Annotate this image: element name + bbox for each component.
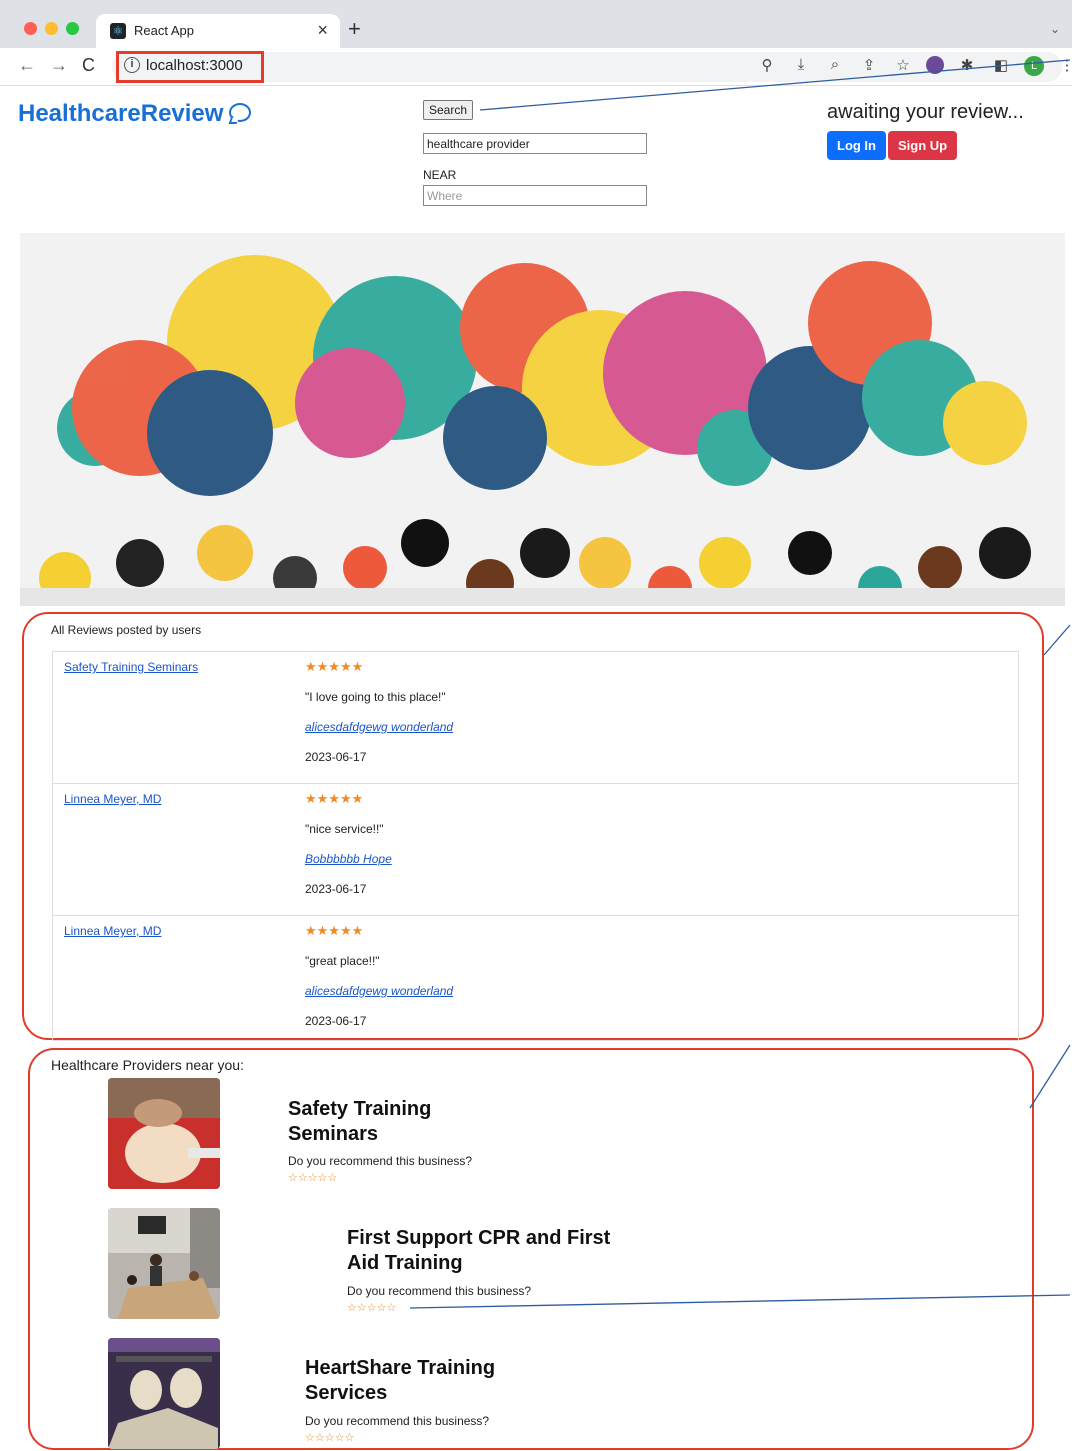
recommend-star-rating[interactable]: ☆☆☆☆☆ (347, 1301, 396, 1314)
url-annotation-box (116, 51, 264, 83)
review-item: Linnea Meyer, MD ★★★★★ "great place!!" a… (53, 916, 1018, 1048)
review-user-link[interactable]: alicesdafdgewg wonderland (305, 720, 453, 734)
recommend-star-rating[interactable]: ☆☆☆☆☆ (305, 1431, 354, 1444)
speech-bubble-icon (229, 103, 252, 122)
more-menu-icon[interactable]: ⋮ (1056, 56, 1072, 76)
review-date: 2023-06-17 (305, 882, 367, 896)
provider-name[interactable]: First Support CPR and First Aid Training (347, 1226, 610, 1276)
provider-name-line: Safety Training (288, 1098, 432, 1120)
browser-tab-bar: ⚛ React App × + ⌄ (0, 0, 1072, 48)
recommend-question: Do you recommend this business? (305, 1414, 490, 1428)
annotation-line-reviews (1043, 624, 1071, 656)
minimize-window-button[interactable] (45, 22, 58, 35)
install-app-icon[interactable]: ⤓ (790, 56, 812, 76)
review-text: "I love going to this place!" (305, 690, 446, 704)
tab-search-chevron-icon[interactable]: ⌄ (1050, 22, 1060, 36)
review-user-link[interactable]: alicesdafdgewg wonderland (305, 984, 453, 998)
review-text: "nice service!!" (305, 822, 384, 836)
search-where-input[interactable] (423, 185, 647, 206)
back-button[interactable]: ← (18, 55, 36, 76)
review-item: Safety Training Seminars ★★★★★ "I love g… (53, 652, 1018, 784)
reviews-list: Safety Training Seminars ★★★★★ "I love g… (52, 651, 1019, 1041)
provider-name-line: Seminars (288, 1123, 379, 1145)
puzzle-extensions-icon[interactable]: ✱ (956, 56, 978, 76)
provider-name-line: Aid Training (347, 1252, 463, 1274)
recommend-star-rating[interactable]: ☆☆☆☆☆ (288, 1171, 337, 1184)
greeting-text: awaiting your review... (827, 101, 1024, 123)
zoom-icon[interactable]: ⌕ (824, 56, 846, 76)
browser-toolbar: ← → C i localhost:3000 ⚲ ⤓ ⌕ ⇪ ☆ ✱ ◧ L ⋮ (0, 48, 1072, 86)
classroom-image (108, 1208, 220, 1319)
search-what-input[interactable] (423, 133, 647, 154)
reload-button[interactable]: C (82, 55, 95, 76)
side-panel-icon[interactable]: ◧ (990, 56, 1012, 76)
login-button[interactable]: Log In (827, 131, 886, 160)
review-date: 2023-06-17 (305, 1014, 367, 1028)
near-label: NEAR (423, 168, 457, 182)
bookmark-star-icon[interactable]: ☆ (892, 56, 914, 76)
provider-name-line: Services (305, 1382, 388, 1404)
provider-thumbnail[interactable] (108, 1338, 220, 1449)
tab-title: React App (134, 23, 194, 38)
hero-banner (20, 233, 1065, 606)
provider-thumbnail[interactable] (108, 1208, 220, 1319)
review-date: 2023-06-17 (305, 750, 367, 764)
search-button[interactable]: Search (423, 100, 474, 120)
extension-icon[interactable] (926, 56, 944, 74)
share-icon[interactable]: ⇪ (858, 56, 880, 76)
brand-name: HealthcareReview (18, 100, 224, 127)
review-stars: ★★★★★ (305, 791, 364, 806)
provider-name[interactable]: HeartShare Training Services (305, 1356, 495, 1406)
provider-name[interactable]: Safety Training Seminars (288, 1097, 431, 1147)
review-provider-link[interactable]: Linnea Meyer, MD (64, 924, 161, 938)
review-provider-link[interactable]: Safety Training Seminars (64, 660, 198, 674)
signup-button[interactable]: Sign Up (888, 131, 958, 160)
review-item: Linnea Meyer, MD ★★★★★ "nice service!!" … (53, 784, 1018, 916)
maximize-window-button[interactable] (66, 22, 79, 35)
new-tab-button[interactable]: + (348, 18, 361, 40)
location-pin-icon[interactable]: ⚲ (756, 56, 778, 76)
reviews-heading: All Reviews posted by users (51, 623, 202, 637)
toolbar-icons: ⚲ ⤓ ⌕ ⇪ ☆ ✱ ◧ L ⋮ (756, 56, 1072, 76)
manikin-heads-image (108, 1338, 220, 1449)
close-window-button[interactable] (24, 22, 37, 35)
close-tab-icon[interactable]: × (317, 20, 328, 41)
review-stars: ★★★★★ (305, 923, 364, 938)
annotation-line-providers (1029, 1044, 1071, 1109)
recommend-question: Do you recommend this business? (347, 1284, 532, 1298)
review-stars: ★★★★★ (305, 659, 364, 674)
speech-bubbles-illustration (20, 255, 1065, 606)
react-icon: ⚛ (110, 23, 126, 39)
providers-heading: Healthcare Providers near you: (51, 1057, 244, 1073)
profile-avatar[interactable]: L (1024, 56, 1044, 76)
browser-tab[interactable]: ⚛ React App × (96, 14, 340, 48)
recommend-question: Do you recommend this business? (288, 1154, 473, 1168)
review-provider-link[interactable]: Linnea Meyer, MD (64, 792, 161, 806)
provider-thumbnail[interactable] (108, 1078, 220, 1189)
review-user-link[interactable]: Bobbbbbb Hope (305, 852, 392, 866)
cpr-manikin-image (108, 1078, 220, 1189)
provider-name-line: HeartShare Training (305, 1357, 496, 1379)
provider-name-line: First Support CPR and First (347, 1227, 611, 1249)
forward-button[interactable]: → (50, 55, 68, 76)
review-text: "great place!!" (305, 954, 380, 968)
brand-logo[interactable]: HealthcareReview (18, 100, 252, 128)
